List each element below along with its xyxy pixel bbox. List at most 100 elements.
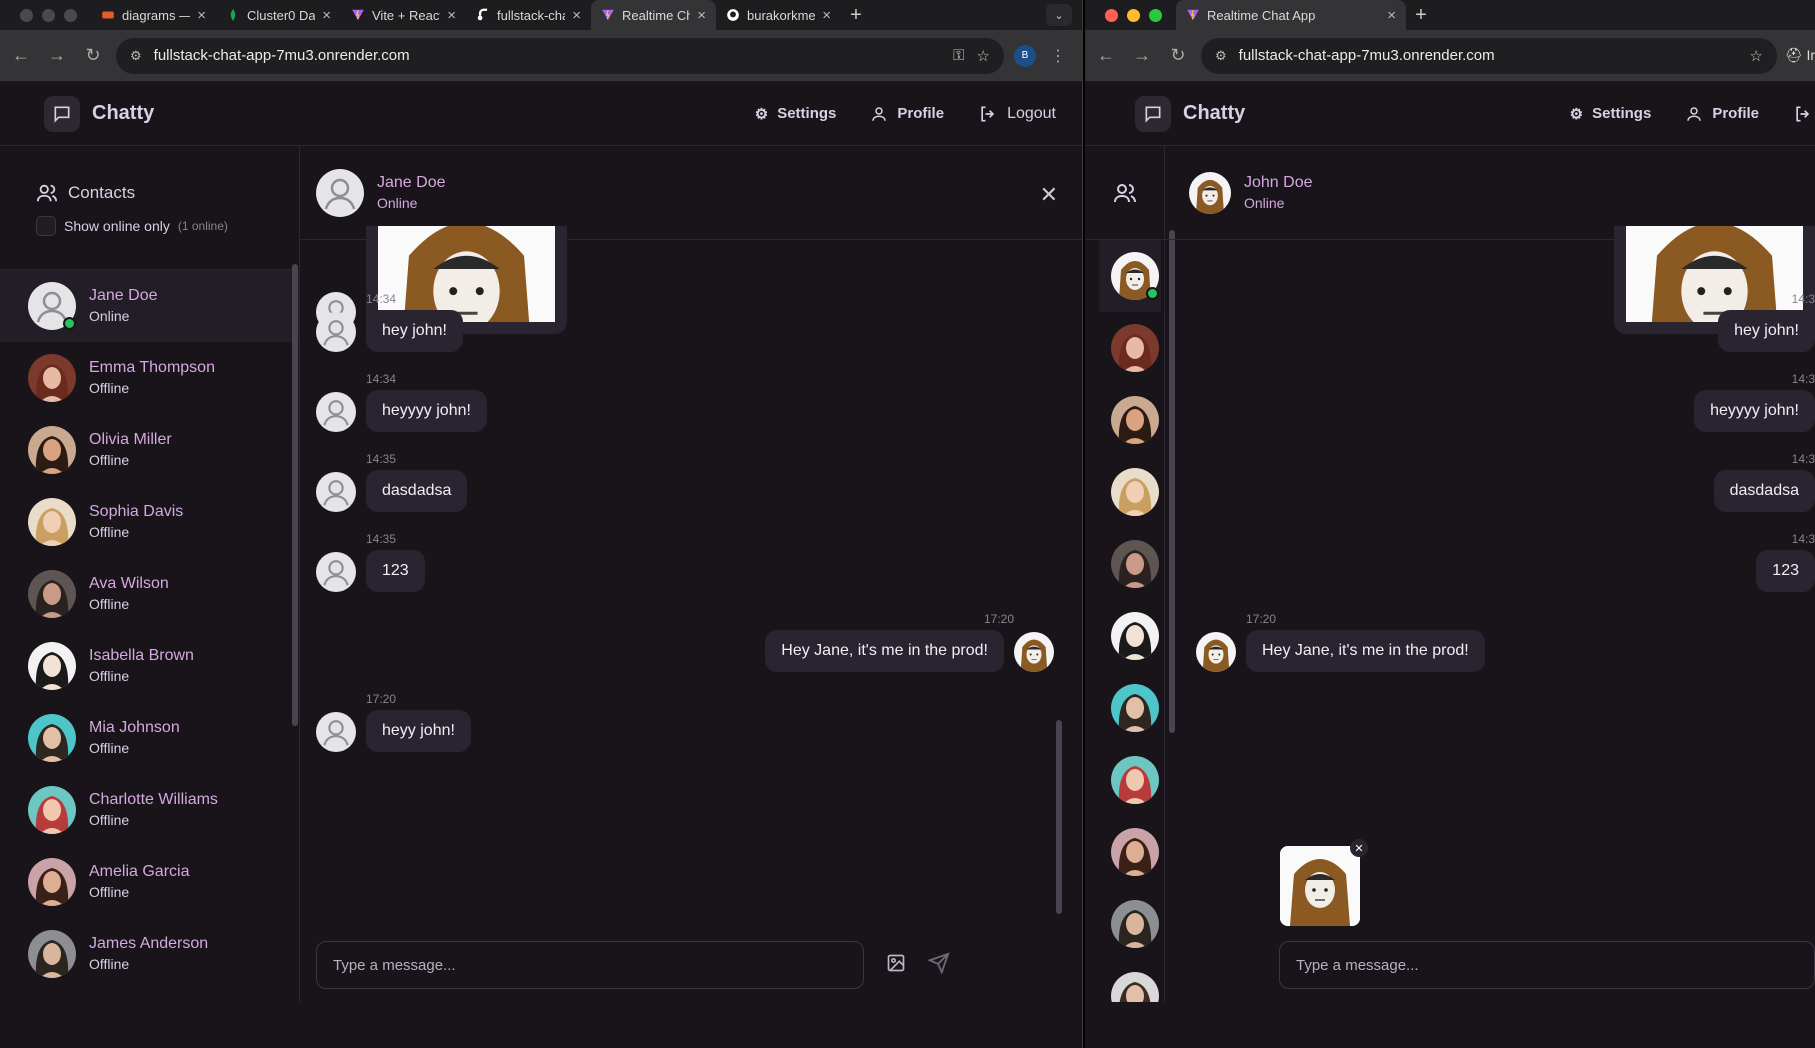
message-input-field[interactable] bbox=[333, 956, 863, 974]
browser-tab[interactable]: Cluster0 Dat × bbox=[216, 0, 341, 30]
profile-button[interactable]: Profile bbox=[1685, 105, 1759, 123]
sender-avatar bbox=[316, 392, 356, 432]
contact-avatar[interactable] bbox=[1111, 972, 1159, 1002]
contact-item[interactable]: Sophia Davis Offline bbox=[0, 486, 299, 558]
zoom-window-button[interactable] bbox=[64, 8, 77, 22]
zoom-window-button[interactable] bbox=[1149, 8, 1162, 22]
profile-button[interactable]: Profile bbox=[870, 105, 944, 123]
contact-avatar[interactable] bbox=[1111, 684, 1159, 732]
site-info-icon[interactable]: ⚙ bbox=[1215, 48, 1227, 64]
sender-avatar bbox=[316, 712, 356, 752]
address-bar[interactable]: ⚙ fullstack-chat-app-7mu3.onrender.com ⚿… bbox=[116, 37, 1004, 74]
address-bar[interactable]: ⚙ fullstack-chat-app-7mu3.onrender.com ☆ bbox=[1201, 37, 1777, 74]
contact-avatar[interactable] bbox=[1111, 612, 1159, 660]
contact-status: Offline bbox=[89, 524, 130, 540]
contact-item[interactable]: James Anderson Offline bbox=[0, 918, 299, 990]
remove-attachment-icon[interactable]: ✕ bbox=[1350, 839, 1368, 857]
contact-avatar[interactable] bbox=[1111, 900, 1159, 948]
contacts-rail-header bbox=[1085, 146, 1164, 240]
settings-button[interactable]: ⚙ Settings bbox=[755, 105, 837, 123]
close-tab-icon[interactable]: × bbox=[1387, 7, 1396, 24]
contact-avatar[interactable] bbox=[1111, 540, 1159, 588]
incognito-icon[interactable]: ⛑ Ir bbox=[1785, 47, 1815, 64]
password-key-icon[interactable]: ⚿ bbox=[953, 47, 964, 64]
chat-message: heyy john! bbox=[316, 710, 471, 752]
contact-avatar[interactable] bbox=[1111, 324, 1159, 372]
contact-avatar[interactable] bbox=[1111, 468, 1159, 516]
shared-image[interactable] bbox=[1626, 226, 1803, 322]
users-icon[interactable] bbox=[1113, 181, 1137, 205]
shared-image[interactable] bbox=[378, 226, 555, 322]
browser-menu-icon[interactable]: ⋮ bbox=[1050, 46, 1066, 66]
message-timestamp: 14:35 bbox=[366, 452, 397, 466]
contact-avatar[interactable] bbox=[1111, 396, 1159, 444]
chat-message: dasdadsa bbox=[1713, 470, 1815, 512]
contact-item[interactable]: Ava Wilson Offline bbox=[0, 558, 299, 630]
contact-item[interactable]: Mia Johnson Offline bbox=[0, 702, 299, 774]
message-scrollbar[interactable] bbox=[1056, 720, 1062, 914]
chat-partner-avatar[interactable] bbox=[1189, 171, 1231, 214]
app-logo[interactable]: Chatty bbox=[44, 95, 154, 132]
close-tab-icon[interactable]: × bbox=[322, 7, 331, 24]
new-tab-button[interactable]: + bbox=[841, 4, 871, 27]
chat-partner-avatar[interactable] bbox=[316, 168, 364, 217]
browser-profile-avatar[interactable]: B bbox=[1014, 44, 1036, 67]
bookmark-star-icon[interactable]: ☆ bbox=[977, 47, 990, 65]
reload-icon[interactable]: ↻ bbox=[78, 45, 108, 66]
contact-item[interactable]: Isabella Brown Offline bbox=[0, 630, 299, 702]
message-input[interactable] bbox=[1279, 941, 1815, 989]
browser-tab[interactable]: Realtime Cha × bbox=[591, 0, 716, 30]
url-text[interactable]: fullstack-chat-app-7mu3.onrender.com bbox=[154, 47, 941, 64]
close-tab-icon[interactable]: × bbox=[822, 7, 831, 24]
minimize-window-button[interactable] bbox=[42, 8, 55, 22]
message-input-field[interactable] bbox=[1296, 956, 1814, 974]
close-tab-icon[interactable]: × bbox=[572, 7, 581, 24]
contact-status: Offline bbox=[89, 668, 130, 684]
back-icon[interactable]: ← bbox=[1091, 45, 1121, 66]
browser-tab[interactable]: burakorkme × bbox=[716, 0, 841, 30]
browser-tab[interactable]: fullstack-cha × bbox=[466, 0, 591, 30]
message-timestamp: 14:34 bbox=[366, 372, 397, 386]
app-logo[interactable]: Chatty bbox=[1135, 95, 1245, 132]
contact-item[interactable]: Charlotte Williams Offline bbox=[0, 774, 299, 846]
tab-title: burakorkme bbox=[747, 7, 816, 23]
bookmark-star-icon[interactable]: ☆ bbox=[1749, 47, 1762, 65]
tab-realtime-chat[interactable]: Realtime Chat App × bbox=[1176, 0, 1406, 30]
logout-button[interactable]: Logout bbox=[978, 104, 1056, 124]
back-icon[interactable]: ← bbox=[6, 45, 36, 66]
tab-search-button[interactable]: ⌄ bbox=[1046, 4, 1072, 26]
new-tab-button[interactable]: + bbox=[1406, 4, 1436, 27]
minimize-window-button[interactable] bbox=[1127, 8, 1140, 22]
attach-image-icon[interactable] bbox=[886, 953, 906, 978]
contact-item[interactable]: Olivia Miller Offline bbox=[0, 414, 299, 486]
contact-item[interactable]: Emma Thompson Offline bbox=[0, 342, 299, 414]
url-text[interactable]: fullstack-chat-app-7mu3.onrender.com bbox=[1239, 47, 1738, 64]
user-icon bbox=[1687, 106, 1702, 121]
logout-button[interactable] bbox=[1793, 104, 1813, 124]
close-tab-icon[interactable]: × bbox=[697, 7, 706, 24]
contact-list-scrollbar[interactable] bbox=[292, 264, 298, 726]
show-online-label[interactable]: Show online only bbox=[64, 218, 170, 234]
browser-tab[interactable]: diagrams — L × bbox=[91, 0, 216, 30]
logout-icon bbox=[1796, 106, 1810, 121]
message-input[interactable] bbox=[316, 941, 864, 989]
reload-icon[interactable]: ↻ bbox=[1163, 45, 1193, 66]
close-tab-icon[interactable]: × bbox=[197, 7, 206, 24]
contact-avatar[interactable] bbox=[1111, 828, 1159, 876]
close-tab-icon[interactable]: × bbox=[447, 7, 456, 24]
show-online-checkbox[interactable] bbox=[36, 216, 56, 236]
contact-avatar[interactable] bbox=[1111, 756, 1159, 804]
message-bubble: heyyyy john! bbox=[366, 390, 487, 432]
forward-icon[interactable]: → bbox=[42, 45, 72, 66]
close-window-button[interactable] bbox=[20, 8, 33, 22]
forward-icon[interactable]: → bbox=[1127, 45, 1157, 66]
contact-item[interactable]: Amelia Garcia Offline bbox=[0, 846, 299, 918]
contact-item[interactable]: Jane Doe Online bbox=[0, 270, 299, 342]
close-window-button[interactable] bbox=[1105, 8, 1118, 22]
site-info-icon[interactable]: ⚙ bbox=[130, 48, 142, 64]
settings-button[interactable]: ⚙ Settings bbox=[1570, 105, 1652, 123]
close-chat-icon[interactable]: ✕ bbox=[1040, 182, 1058, 208]
send-icon[interactable] bbox=[927, 951, 950, 979]
contact-avatar[interactable] bbox=[1111, 252, 1159, 300]
browser-tab[interactable]: Vite + React × bbox=[341, 0, 466, 30]
